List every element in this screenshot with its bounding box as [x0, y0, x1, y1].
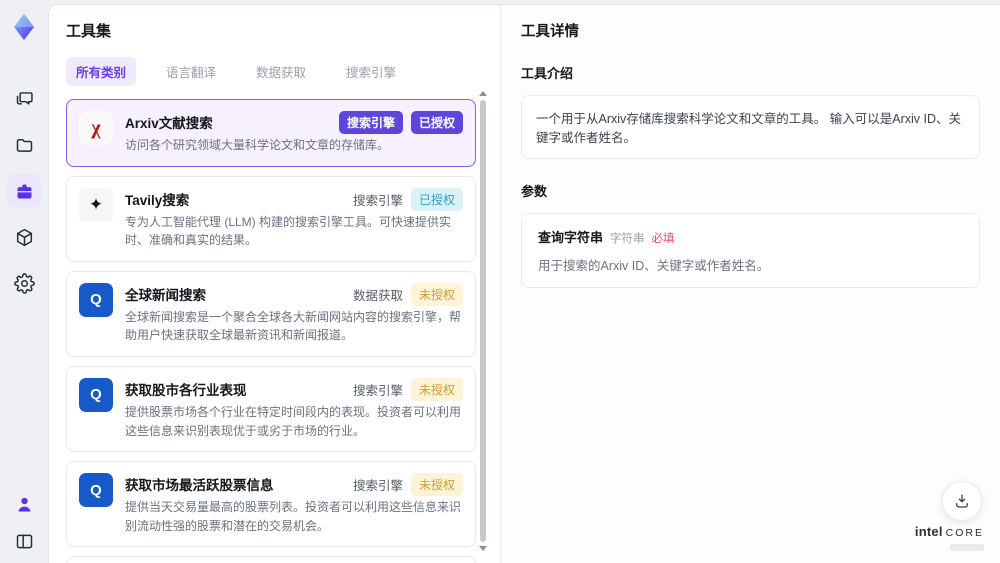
- folder-icon: [16, 138, 32, 152]
- category-tabs: 所有类别 语言翻译 数据获取 搜索引擎: [66, 57, 476, 86]
- tool-card[interactable]: 万维地区新闻查询 查询具体行政区划内的新闻，快速了解各地新闻动态 搜索引擎 未授…: [66, 556, 476, 563]
- app-window: 工具集 所有类别 语言翻译 数据获取 搜索引擎 χ Arxiv文献搜索 访问各个研究领…: [0, 0, 1000, 563]
- tool-description: 专为人工智能代理 (LLM) 构建的搜索引擎工具。可快速提供实时、准确和真实的结…: [125, 214, 452, 248]
- scroll-up-arrow-icon[interactable]: [479, 91, 487, 96]
- tool-auth-badge: 未授权: [410, 377, 463, 401]
- gear-icon: [13, 272, 35, 294]
- download-icon: [956, 494, 968, 508]
- tool-card[interactable]: Q 获取股市各行业表现 提供股票市场各个行业在特定时间段内的表现。投资者可以利用…: [66, 365, 476, 453]
- params-heading: 参数: [521, 184, 548, 199]
- tool-category-badge: 数据获取: [352, 288, 403, 303]
- tool-category-badge: 搜索引擎: [338, 111, 403, 134]
- intel-logo-sub-bar: [950, 544, 984, 551]
- sidebar-item-account[interactable]: [1, 490, 47, 518]
- sidebar-item-chat[interactable]: [1, 76, 47, 122]
- tool-icon: Q: [79, 282, 113, 317]
- tool-auth-badge: 已授权: [410, 111, 463, 134]
- arxiv-icon: χ: [91, 117, 101, 139]
- tool-description: 提供股票市场各个行业在特定时间段内的表现。投资者可以利用这些信息来识别表现优于或…: [125, 404, 462, 438]
- scroll-down-arrow-icon[interactable]: [479, 546, 487, 551]
- tool-category-badge: 搜索引擎: [352, 193, 403, 208]
- tool-card[interactable]: Q 全球新闻搜索 全球新闻搜索是一个聚合全球各大新闻网站内容的搜索引擎，帮助用户…: [66, 270, 476, 357]
- param-description: 用于搜索的Arxiv ID、关键字或作者姓名。: [538, 259, 770, 273]
- tool-description: 访问各个研究领域大量科学论文和文章的存储库。: [125, 138, 390, 152]
- tool-description: 提供当天交易量最高的股票列表。投资者可以利用这些信息来识别流动性强的股票和潜在的…: [125, 500, 462, 533]
- sparkle-icon: ✦: [88, 195, 104, 215]
- intel-core-logo: intel CORE: [915, 524, 984, 551]
- tool-category-badge: 搜索引擎: [352, 479, 403, 494]
- briefcase-icon: [17, 184, 31, 198]
- param-required-badge: 必填: [651, 233, 675, 245]
- main-content: 工具集 所有类别 语言翻译 数据获取 搜索引擎 χ Arxiv文献搜索 访问各个研究领…: [48, 4, 1000, 563]
- news-search-icon: Q: [90, 386, 102, 404]
- tool-auth-badge: 未授权: [410, 282, 463, 306]
- tab-category-0[interactable]: 所有类别: [66, 57, 137, 86]
- list-scrollbar[interactable]: [479, 91, 487, 551]
- tool-card[interactable]: Q 获取市场最活跃股票信息 提供当天交易量最高的股票列表。投资者可以利用这些信息…: [66, 461, 476, 548]
- tab-category-3[interactable]: 搜索引擎: [336, 57, 406, 86]
- tool-icon: χ: [79, 111, 113, 145]
- intro-heading: 工具介绍: [521, 66, 574, 81]
- tool-category-badge: 搜索引擎: [352, 383, 403, 398]
- scrollbar-thumb[interactable]: [480, 100, 486, 542]
- tab-category-2[interactable]: 数据获取: [246, 57, 316, 86]
- user-icon: [17, 497, 31, 511]
- tool-detail-panel: 工具详情 工具介绍 一个用于从Arxiv存储库搜索科学论文和文章的工具。 输入可…: [501, 5, 1000, 563]
- sidebar-item-settings[interactable]: [1, 260, 47, 306]
- tool-icon: ✦: [79, 187, 113, 222]
- chat-icon: [16, 91, 33, 105]
- layout-columns-icon: [16, 534, 32, 548]
- tool-auth-badge: 未授权: [410, 473, 463, 497]
- sidebar-item-files[interactable]: [1, 122, 47, 168]
- tool-list-panel: 工具集 所有类别 语言翻译 数据获取 搜索引擎 χ Arxiv文献搜索 访问各个研究领…: [49, 5, 501, 563]
- tool-list: χ Arxiv文献搜索 访问各个研究领域大量科学论文和文章的存储库。 搜索引擎 …: [66, 99, 476, 563]
- detail-title: 工具详情: [521, 24, 579, 40]
- tool-icon: Q: [79, 377, 113, 412]
- tool-card[interactable]: χ Arxiv文献搜索 访问各个研究领域大量科学论文和文章的存储库。 搜索引擎 …: [66, 99, 476, 167]
- intro-card: 一个用于从Arxiv存储库搜索科学论文和文章的工具。 输入可以是Arxiv ID…: [521, 95, 980, 159]
- param-name: 查询字符串: [538, 230, 604, 245]
- tool-description: 全球新闻搜索是一个聚合全球各大新闻网站内容的搜索引擎，帮助用户快速获取全球最新资…: [125, 309, 462, 343]
- sidebar-item-toolbox[interactable]: [1, 168, 47, 214]
- sidebar-item-packages[interactable]: [1, 214, 47, 260]
- news-search-icon: Q: [90, 291, 102, 309]
- tool-icon: Q: [79, 473, 113, 508]
- app-logo-icon: [9, 12, 39, 42]
- param-type: 字符串: [610, 233, 645, 245]
- tab-category-1[interactable]: 语言翻译: [156, 57, 226, 86]
- sidebar-active-highlight: [7, 174, 41, 208]
- page-title: 工具集: [66, 23, 112, 40]
- intel-wordmark: intel: [914, 524, 943, 539]
- cube-icon: [16, 228, 32, 246]
- sidebar-item-panels[interactable]: [1, 527, 47, 555]
- tool-auth-badge: 已授权: [410, 187, 463, 211]
- core-wordmark: CORE: [945, 527, 984, 539]
- param-card: 查询字符串 字符串 必填 用于搜索的Arxiv ID、关键字或作者姓名。: [521, 213, 980, 288]
- tool-card[interactable]: ✦ Tavily搜索 专为人工智能代理 (LLM) 构建的搜索引擎工具。可快速提…: [66, 175, 476, 262]
- news-search-icon: Q: [90, 481, 102, 499]
- sidebar: [0, 0, 48, 563]
- download-button[interactable]: [942, 481, 982, 521]
